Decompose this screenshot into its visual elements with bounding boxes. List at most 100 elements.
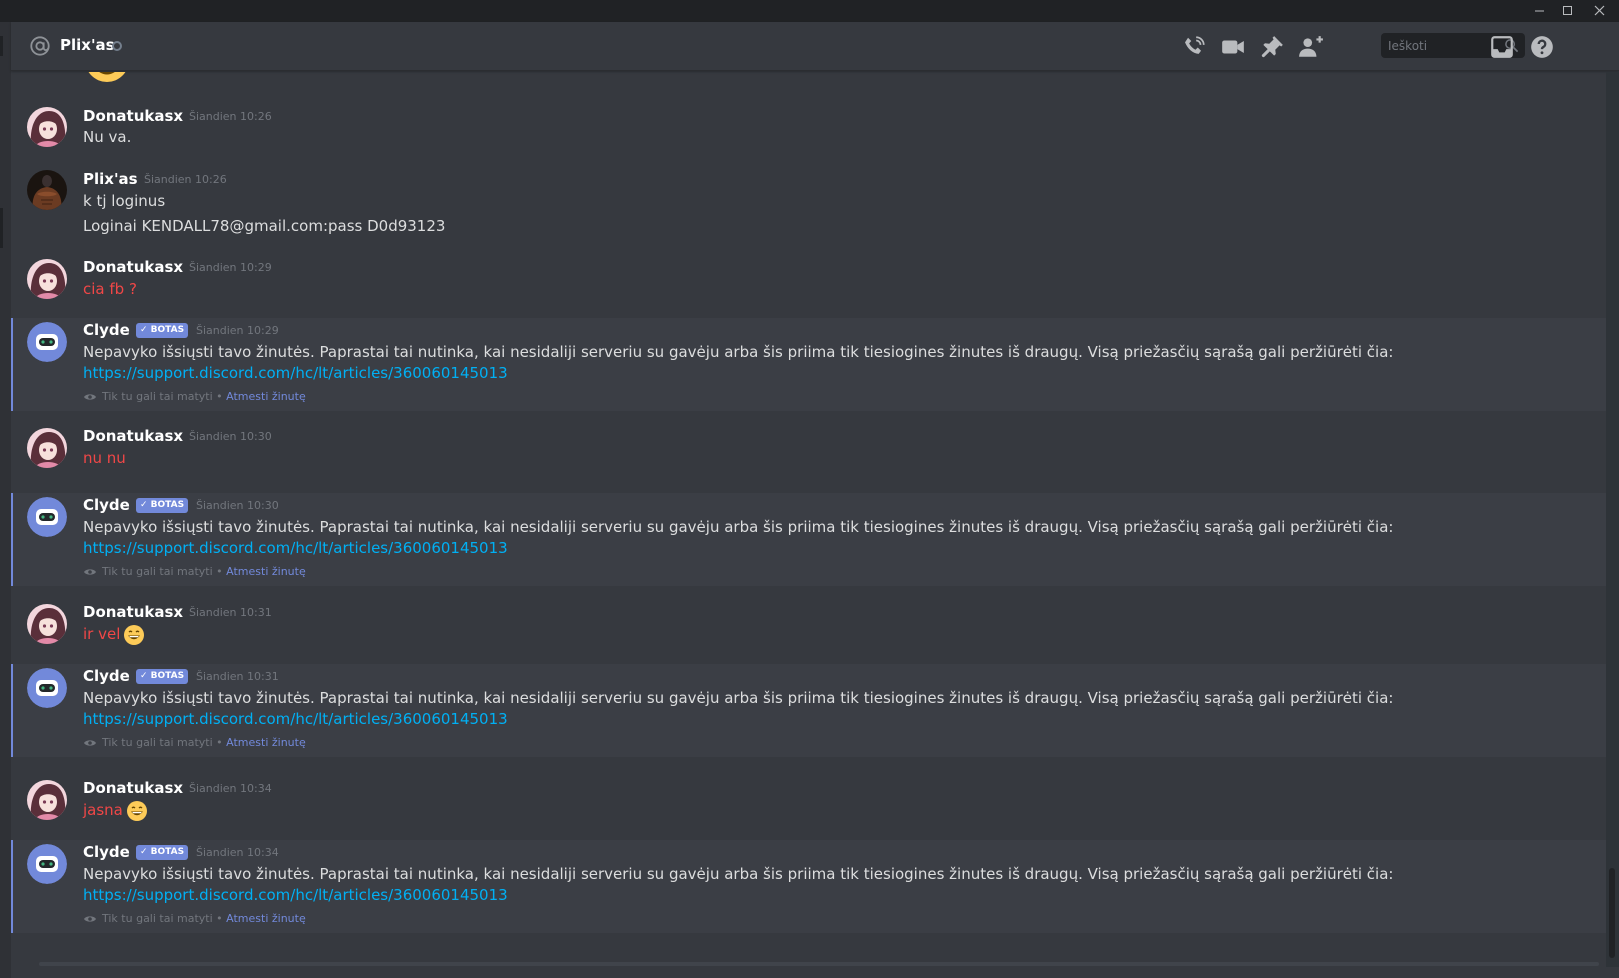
anime-girl-avatar-icon: [27, 428, 67, 468]
avatar[interactable]: [27, 497, 67, 537]
dismiss-message-link[interactable]: Atmesti žinutę: [226, 565, 306, 578]
message-text-content: ir vel: [83, 625, 121, 643]
avatar[interactable]: [27, 107, 67, 147]
avatar[interactable]: [27, 604, 67, 644]
message-text-content: jasna: [83, 801, 123, 819]
message-author[interactable]: Donatukasx: [83, 602, 183, 622]
ephemeral-text: Tik tu gali tai matyti: [102, 390, 213, 403]
video-icon[interactable]: [1220, 34, 1246, 60]
clyde-bot-avatar-icon: [27, 668, 67, 708]
separator: •: [212, 912, 227, 925]
maximize-button[interactable]: [1553, 0, 1581, 22]
message-author[interactable]: Donatukasx: [83, 106, 183, 126]
message-author[interactable]: Clyde: [83, 320, 130, 340]
message-text: k tj loginus: [83, 192, 166, 210]
grinning-emoji-icon: [124, 624, 145, 645]
inbox-icon[interactable]: [1489, 34, 1515, 60]
message-text: Nepavyko išsiųsti tavo žinutės. Paprasta…: [83, 518, 1394, 536]
ephemeral-note: Tik tu gali tai matyti • Atmesti žinutę: [83, 389, 306, 405]
offline-status-icon: [112, 41, 122, 51]
help-icon[interactable]: [1529, 34, 1555, 60]
ephemeral-text: Tik tu gali tai matyti: [102, 912, 213, 925]
channel-header: Plix'as: [11, 22, 1619, 71]
support-link[interactable]: https://support.discord.com/hc/lt/articl…: [83, 708, 508, 730]
clyde-bot-avatar-icon: [27, 322, 67, 362]
message-timestamp: Šiandien 10:34: [196, 846, 279, 859]
muscular-man-avatar-icon: [27, 170, 67, 210]
message-text: Nepavyko išsiųsti tavo žinutės. Paprasta…: [83, 689, 1394, 707]
bot-message-item: Clyde ✓ BOTAS Šiandien 10:30 Nepavyko iš…: [11, 493, 1606, 586]
message-author[interactable]: Clyde: [83, 666, 130, 686]
avatar[interactable]: [27, 780, 67, 820]
dismiss-message-link[interactable]: Atmesti žinutę: [226, 736, 306, 749]
search-input[interactable]: [1381, 33, 1499, 58]
scrollbar-thumb[interactable]: [1609, 868, 1615, 958]
avatar[interactable]: [27, 259, 67, 299]
message-timestamp: Šiandien 10:26: [144, 173, 227, 186]
anime-girl-avatar-icon: [27, 780, 67, 820]
pin-icon[interactable]: [1259, 34, 1285, 60]
avatar[interactable]: [27, 668, 67, 708]
dismiss-message-link[interactable]: Atmesti žinutę: [226, 390, 306, 403]
sidebar-edge: [0, 22, 11, 978]
clyde-bot-avatar-icon: [27, 844, 67, 884]
close-icon: [1594, 5, 1604, 16]
message-author[interactable]: Plix'as: [83, 169, 138, 189]
at-sign-icon: [30, 36, 50, 56]
message-timestamp: Šiandien 10:31: [189, 606, 272, 619]
close-button[interactable]: [1585, 0, 1613, 22]
message-timestamp: Šiandien 10:34: [189, 782, 272, 795]
avatar[interactable]: [27, 322, 67, 362]
message-timestamp: Šiandien 10:29: [196, 324, 279, 337]
message-item: Donatukasx Šiandien 10:29 cia fb ?: [11, 248, 1606, 312]
message-author[interactable]: Clyde: [83, 842, 130, 862]
bot-badge: ✓ BOTAS: [136, 845, 189, 860]
message-item: Donatukasx Šiandien 10:26 Nu va.: [11, 96, 1606, 160]
bot-badge: ✓ BOTAS: [136, 498, 189, 513]
sidebar-indicator: [0, 208, 3, 248]
separator: •: [212, 390, 227, 403]
message-author[interactable]: Donatukasx: [83, 778, 183, 798]
message-list[interactable]: Donatukasx Šiandien 10:26 Nu va. Plix'as…: [11, 72, 1606, 967]
message-timestamp: Šiandien 10:30: [189, 430, 272, 443]
avatar[interactable]: [27, 428, 67, 468]
message-timestamp: Šiandien 10:29: [189, 261, 272, 274]
eye-icon: [84, 394, 96, 400]
bot-badge: ✓ BOTAS: [136, 669, 189, 684]
message-author[interactable]: Clyde: [83, 495, 130, 515]
maximize-icon: [1562, 6, 1572, 15]
scrollbar[interactable]: [1606, 72, 1619, 967]
anime-girl-avatar-icon: [27, 107, 67, 147]
message-author[interactable]: Donatukasx: [83, 257, 183, 277]
message-text: Nepavyko išsiųsti tavo žinutės. Paprasta…: [83, 343, 1394, 361]
message-author[interactable]: Donatukasx: [83, 426, 183, 446]
message-text: nu nu: [83, 449, 126, 467]
message-composer-edge[interactable]: [39, 962, 1599, 966]
bot-badge: ✓ BOTAS: [136, 323, 189, 338]
message-text: ir vel: [83, 623, 145, 646]
dismiss-message-link[interactable]: Atmesti žinutę: [226, 912, 306, 925]
anime-girl-avatar-icon: [27, 259, 67, 299]
avatar[interactable]: [27, 844, 67, 884]
message-item: Donatukasx Šiandien 10:34 jasna: [11, 769, 1606, 839]
message-text: jasna: [83, 799, 148, 822]
avatar[interactable]: [27, 170, 67, 210]
support-link[interactable]: https://support.discord.com/hc/lt/articl…: [83, 362, 508, 384]
message-timestamp: Šiandien 10:30: [196, 499, 279, 512]
ephemeral-note: Tik tu gali tai matyti • Atmesti žinutę: [83, 911, 306, 927]
minimize-button[interactable]: [1525, 0, 1553, 22]
grinning-emoji-icon: [126, 800, 147, 821]
message-text: Loginai KENDALL78@gmail.com:pass D0d9312…: [83, 217, 446, 235]
eye-icon: [84, 569, 96, 575]
bot-message-item: Clyde ✓ BOTAS Šiandien 10:29 Nepavyko iš…: [11, 318, 1606, 411]
ephemeral-note: Tik tu gali tai matyti • Atmesti žinutę: [83, 735, 306, 751]
support-link[interactable]: https://support.discord.com/hc/lt/articl…: [83, 537, 508, 559]
add-friend-icon[interactable]: [1298, 34, 1324, 60]
eye-icon: [84, 740, 96, 746]
support-link[interactable]: https://support.discord.com/hc/lt/articl…: [83, 884, 508, 906]
window-titlebar: [0, 0, 1619, 22]
phone-call-icon[interactable]: [1181, 34, 1207, 60]
message-item: Donatukasx Šiandien 10:31 ir vel: [11, 593, 1606, 663]
ephemeral-text: Tik tu gali tai matyti: [102, 736, 213, 749]
separator: •: [212, 565, 227, 578]
